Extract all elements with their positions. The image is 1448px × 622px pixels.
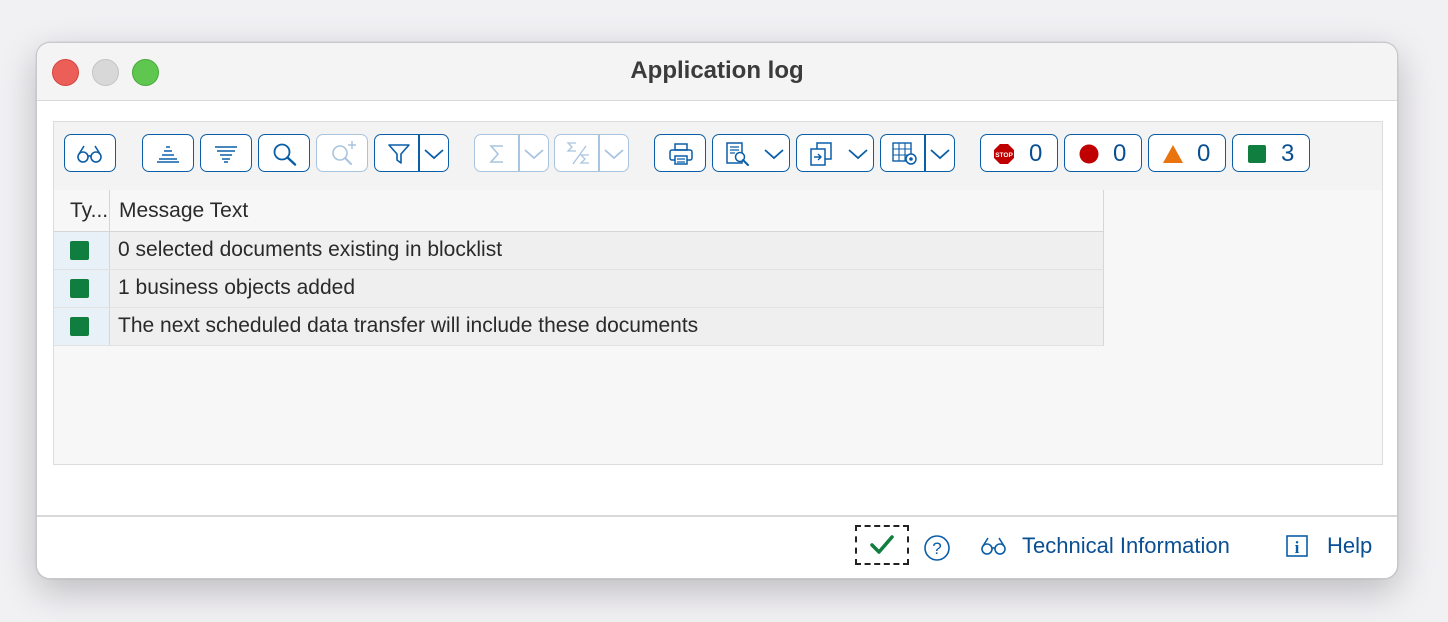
print-preview-icon	[726, 142, 749, 166]
table-row[interactable]: 1 business objects added	[54, 270, 1104, 308]
error-circle-icon	[1079, 144, 1099, 164]
svg-text:i: i	[1295, 538, 1300, 557]
filter-icon	[388, 144, 410, 164]
success-square-icon	[1248, 145, 1266, 163]
application-log-dialog: Application log STOP 0 0 0 3 Ty... Messa…	[36, 42, 1398, 579]
print-preview-button[interactable]	[712, 134, 790, 172]
warning-count: 0	[1197, 140, 1211, 167]
error-count: 0	[1113, 140, 1127, 167]
title-bar: Application log	[37, 43, 1397, 101]
message-text-cell: 0 selected documents existing in blockli…	[110, 232, 1103, 269]
sum-icon	[489, 145, 503, 163]
total-button[interactable]	[474, 134, 549, 172]
search-next-icon	[332, 141, 356, 165]
sort-descending-button[interactable]	[200, 134, 252, 172]
chevron-down-icon	[930, 149, 950, 160]
svg-text:?: ?	[932, 539, 941, 558]
success-square-icon	[70, 317, 89, 336]
export-button[interactable]	[796, 134, 874, 172]
checkmark-icon	[870, 535, 894, 554]
table-row[interactable]: 0 selected documents existing in blockli…	[54, 232, 1104, 270]
search-icon	[273, 143, 297, 166]
row-type-cell	[54, 232, 110, 269]
chevron-down-icon	[764, 149, 784, 160]
table-settings-icon	[892, 142, 917, 165]
stop-sign-icon: STOP	[994, 144, 1014, 164]
dialog-footer: ? Technical Information i Help	[37, 515, 1397, 578]
help-label: Help	[1327, 533, 1373, 558]
message-grid: Ty... Message Text 0 selected documents …	[54, 190, 1104, 346]
table-row[interactable]: The next scheduled data transfer will in…	[54, 308, 1104, 346]
window-title: Application log	[630, 57, 804, 84]
technical-information-label: Technical Information	[1022, 533, 1230, 558]
success-square-icon	[70, 241, 89, 260]
find-button[interactable]	[258, 134, 310, 172]
message-text-cell: 1 business objects added	[110, 270, 1103, 307]
column-header-message[interactable]: Message Text	[110, 190, 248, 231]
find-next-button[interactable]	[316, 134, 368, 172]
details-button[interactable]	[64, 134, 116, 172]
sort-ascending-button[interactable]	[142, 134, 194, 172]
stop-error-count: 0	[1029, 140, 1043, 167]
sort-ascending-icon	[157, 146, 179, 163]
log-panel: STOP 0 0 0 3 Ty... Message Text 0 select…	[53, 121, 1383, 465]
row-type-cell	[54, 270, 110, 307]
svg-text:STOP: STOP	[995, 152, 1013, 159]
alv-toolbar: STOP 0 0 0 3	[54, 122, 1382, 190]
warning-count-button[interactable]: 0	[1148, 134, 1226, 172]
success-count: 3	[1281, 140, 1295, 167]
info-icon: i	[1286, 535, 1308, 557]
glasses-icon	[77, 145, 102, 163]
stop-error-count-button[interactable]: STOP 0	[980, 134, 1058, 172]
subtotal-icon	[566, 142, 589, 165]
layout-settings-button[interactable]	[880, 134, 955, 172]
printer-icon	[669, 143, 693, 165]
column-header-type[interactable]: Ty...	[54, 190, 110, 231]
warning-triangle-icon	[1163, 145, 1183, 163]
error-count-button[interactable]: 0	[1064, 134, 1142, 172]
chevron-down-icon	[848, 149, 868, 160]
sort-descending-icon	[215, 146, 237, 163]
grid-header: Ty... Message Text	[54, 190, 1104, 232]
help-button[interactable]: i Help	[1285, 533, 1372, 559]
export-icon	[810, 142, 832, 166]
filter-button[interactable]	[374, 134, 449, 172]
subtotal-button[interactable]	[554, 134, 629, 172]
message-text-cell: The next scheduled data transfer will in…	[110, 308, 1103, 345]
print-button[interactable]	[654, 134, 706, 172]
glasses-icon	[981, 537, 1006, 555]
success-count-button[interactable]: 3	[1232, 134, 1310, 172]
question-icon[interactable]: ?	[923, 534, 951, 562]
chevron-down-icon	[604, 149, 624, 160]
technical-information-button[interactable]: Technical Information	[980, 533, 1230, 559]
row-type-cell	[54, 308, 110, 345]
continue-button[interactable]	[855, 525, 909, 565]
success-square-icon	[70, 279, 89, 298]
chevron-down-icon	[524, 149, 544, 160]
chevron-down-icon	[424, 149, 444, 160]
